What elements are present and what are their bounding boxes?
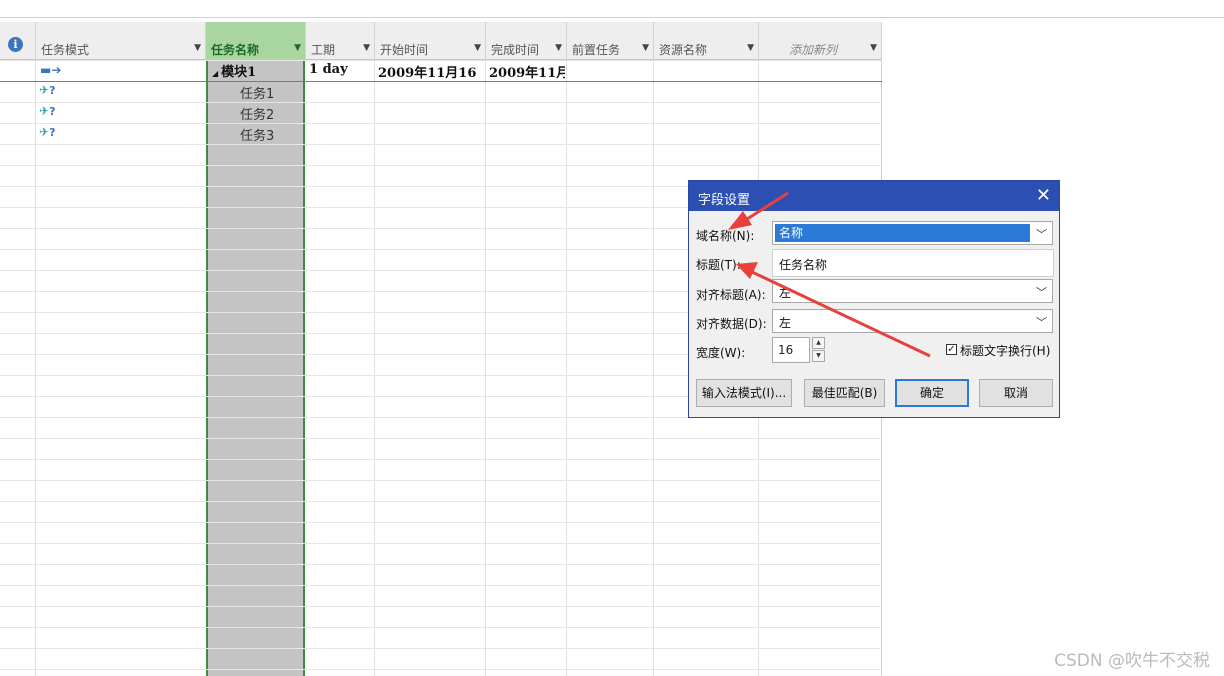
annotation-arrow — [728, 191, 789, 230]
watermark-text: CSDN @吹牛不交税 — [1054, 651, 1210, 671]
annotation-arrows — [728, 191, 931, 358]
annotation-arrow — [736, 262, 931, 358]
